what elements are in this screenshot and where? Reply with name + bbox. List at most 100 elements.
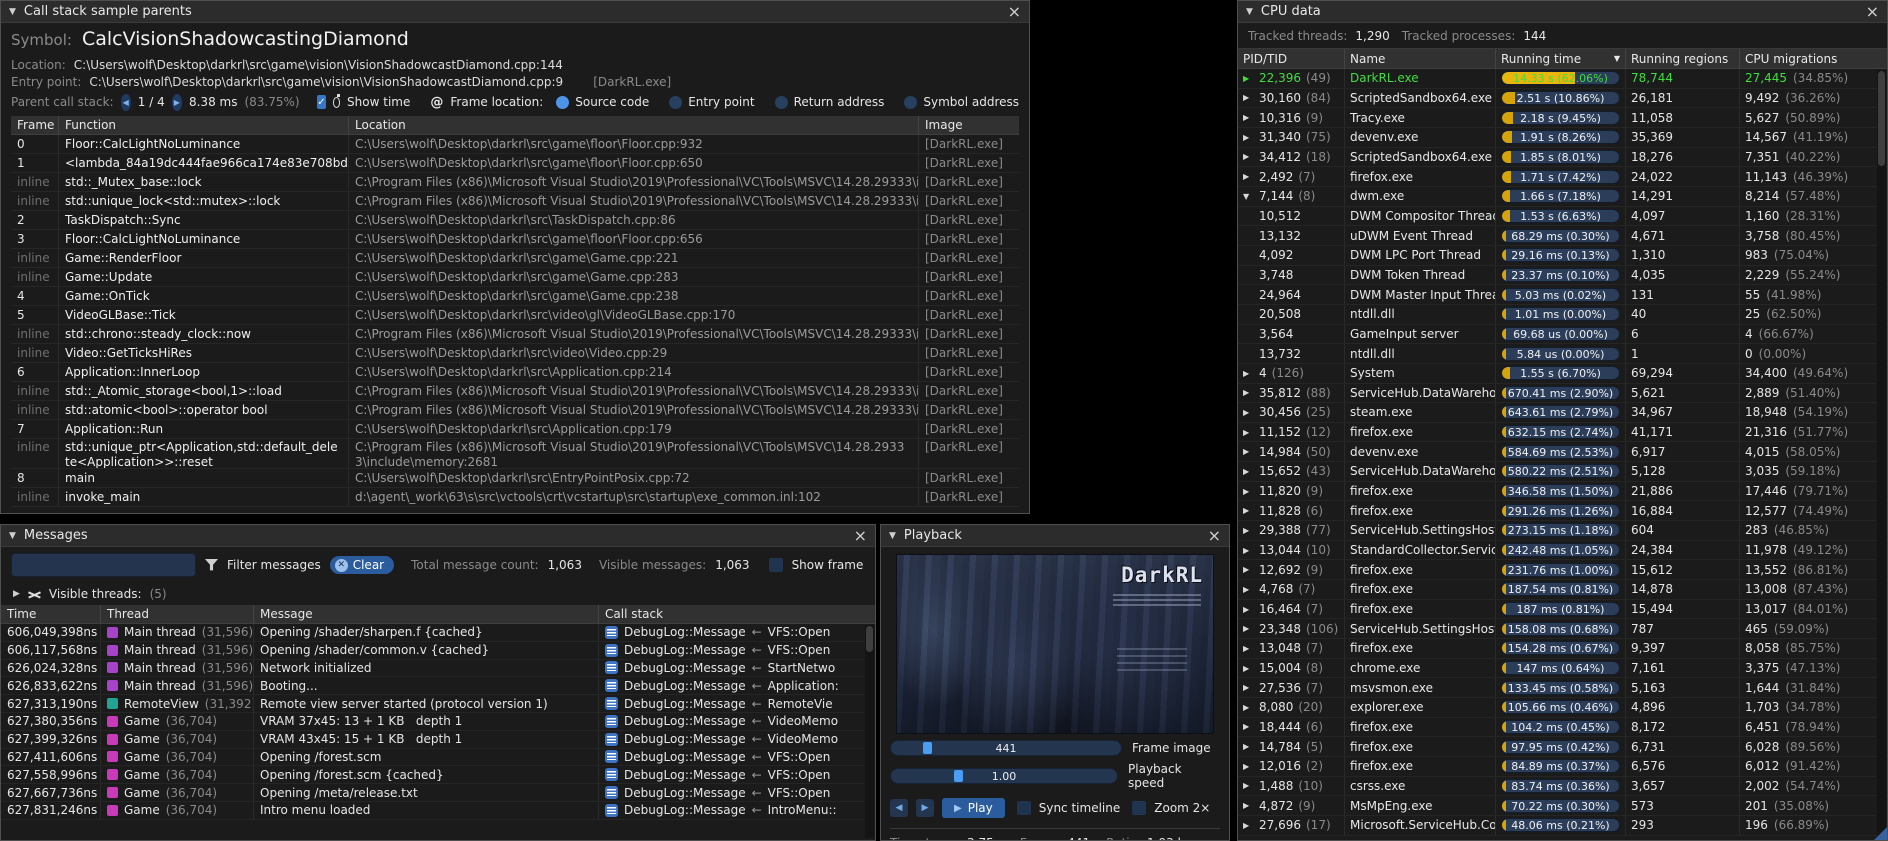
frame-location[interactable]: C:\Program Files (x86)\Microsoft Visual … [349, 382, 919, 400]
frame-function[interactable]: std::unique_ptr<Application,std::default… [59, 439, 349, 468]
message-thread[interactable]: RemoteView (31,392) [101, 695, 254, 712]
frame-location[interactable]: d:\agent\_work\63\s\src\vctools\crt\vcst… [349, 488, 919, 506]
process-name[interactable]: ServiceHub.DataWarehouseHost [1345, 462, 1496, 481]
frame-row[interactable]: inline Video::GetTicksHiRes C:\Users\wol… [11, 344, 1019, 363]
message-text[interactable]: Opening /forest.scm {cached} [254, 766, 599, 783]
cpu-process-row[interactable]: 13,132 uDWM Event Thread 68.29 ms (0.30%… [1238, 226, 1887, 246]
frame-row[interactable]: 8 main C:\Users\wolf\Desktop\darkrl\src\… [11, 469, 1019, 488]
cpu-process-row[interactable]: ▶ 27,536 (7) msvsmon.exe 133.45 ms (0.58… [1238, 678, 1887, 698]
frame-location-radio[interactable]: Symbol address [904, 95, 1019, 109]
message-callstack[interactable]: DebugLog::Message ← VideoMemo [599, 713, 875, 730]
callstack-icon[interactable] [605, 804, 618, 817]
cpu-process-row[interactable]: ▶ 4 (126) System 1.55 s (6.70%) 69,294 3… [1238, 364, 1887, 384]
message-callstack[interactable]: DebugLog::Message ← Application: [599, 677, 875, 694]
frame-function[interactable]: Floor::CalcLightNoLuminance [59, 230, 349, 248]
message-text[interactable]: VRAM 37x45: 13 + 1 KB depth 1 [254, 713, 599, 730]
close-icon[interactable]: × [854, 529, 867, 543]
cpu-process-row[interactable]: ▶ 2,492 (7) firefox.exe 1.71 s (7.42%) 2… [1238, 167, 1887, 187]
cpu-process-row[interactable]: ▶ 13,048 (7) firefox.exe 154.28 ms (0.67… [1238, 639, 1887, 659]
pid-cell[interactable]: 13,732 [1238, 344, 1345, 363]
callstack-icon[interactable] [605, 733, 618, 746]
callstack-icon[interactable] [605, 750, 618, 763]
frame-row[interactable]: inline std::chrono::steady_clock::now C:… [11, 325, 1019, 344]
message-callstack[interactable]: DebugLog::Message ← StartNetwo [599, 660, 875, 677]
column-header-thread[interactable]: Thread [101, 605, 254, 623]
cpu-process-row[interactable]: ▶ 4,768 (7) firefox.exe 187.54 ms (0.81%… [1238, 580, 1887, 600]
pid-cell[interactable]: ▶ 30,456 (25) [1238, 403, 1345, 422]
frame-row[interactable]: inline Game::Update C:\Users\wolf\Deskto… [11, 268, 1019, 287]
frame-function[interactable]: Floor::CalcLightNoLuminance [59, 135, 349, 153]
process-name[interactable]: firefox.exe [1345, 757, 1496, 776]
show-time-checkbox[interactable]: ✓ [317, 95, 325, 109]
column-header-message[interactable]: Message [254, 605, 599, 623]
cpu-process-row[interactable]: ▶ 31,340 (75) devenv.exe 1.91 s (8.26%) … [1238, 128, 1887, 148]
frame-function[interactable]: invoke_main [59, 488, 349, 506]
cpu-process-row[interactable]: ▶ 1,488 (10) csrss.exe 83.74 ms (0.36%) … [1238, 777, 1887, 797]
process-name[interactable]: explorer.exe [1345, 698, 1496, 717]
message-thread[interactable]: Game (36,704) [101, 784, 254, 801]
pid-cell[interactable]: ▶ 23,348 (106) [1238, 619, 1345, 638]
message-thread[interactable]: Main thread (31,596) [101, 624, 254, 641]
frame-function[interactable]: std::atomic<bool>::operator bool [59, 401, 349, 419]
collapse-icon[interactable]: ▼ [1246, 7, 1253, 17]
frame-function[interactable]: TaskDispatch::Sync [59, 211, 349, 229]
clear-button[interactable]: ✕ Clear [330, 556, 394, 574]
frame-row[interactable]: 4 Game::OnTick C:\Users\wolf\Desktop\dar… [11, 287, 1019, 306]
expand-icon[interactable]: ▶ [1243, 133, 1254, 142]
message-text[interactable]: Booting... [254, 677, 599, 694]
cpu-process-row[interactable]: 13,732 ntdll.dll 5.84 us (0.00%) 1 0 (0.… [1238, 344, 1887, 364]
process-name[interactable]: firefox.exe [1345, 560, 1496, 579]
cpu-process-row[interactable]: 3,748 DWM Token Thread 23.37 ms (0.10%) … [1238, 266, 1887, 286]
process-name[interactable]: ntdll.dll [1345, 305, 1496, 324]
message-row[interactable]: 627,313,190ns RemoteView (31,392) Remote… [1, 695, 875, 713]
message-callstack[interactable]: DebugLog::Message ← VFS::Open [599, 624, 875, 641]
process-name[interactable]: devenv.exe [1345, 442, 1496, 461]
process-name[interactable]: DWM Master Input Thread [1345, 285, 1496, 304]
process-name[interactable]: ScriptedSandbox64.exe [1345, 89, 1496, 108]
next-callstack-button[interactable]: ▶ [172, 94, 182, 111]
callstack-titlebar[interactable]: ▼ Call stack sample parents × [1, 1, 1029, 23]
callstack-icon[interactable] [605, 626, 618, 639]
scrollbar-thumb[interactable] [866, 626, 873, 652]
close-icon[interactable]: × [1208, 529, 1221, 543]
frame-row[interactable]: 5 VideoGLBase::Tick C:\Users\wolf\Deskto… [11, 306, 1019, 325]
pid-cell[interactable]: ▶ 11,828 (6) [1238, 501, 1345, 520]
cpu-process-row[interactable]: 4,092 DWM LPC Port Thread 29.16 ms (0.13… [1238, 246, 1887, 266]
cpu-process-row[interactable]: ▶ 15,652 (43) ServiceHub.DataWarehouseHo… [1238, 462, 1887, 482]
frame-function[interactable]: Application::InnerLoop [59, 363, 349, 381]
cpu-titlebar[interactable]: ▼ CPU data × [1238, 1, 1887, 23]
pid-cell[interactable]: ▶ 8,080 (20) [1238, 698, 1345, 717]
pid-cell[interactable]: ▶ 34,412 (18) [1238, 148, 1345, 167]
pid-cell[interactable]: ▶ 2,492 (7) [1238, 167, 1345, 186]
frame-row[interactable]: inline std::unique_lock<std::mutex>::loc… [11, 192, 1019, 211]
pid-cell[interactable]: 13,132 [1238, 226, 1345, 245]
pid-cell[interactable]: 3,564 [1238, 325, 1345, 344]
pid-cell[interactable]: ▶ 27,536 (7) [1238, 678, 1345, 697]
cpu-process-row[interactable]: 3,564 GameInput server 69.68 us (0.00%) … [1238, 325, 1887, 345]
frame-location[interactable]: C:\Users\wolf\Desktop\darkrl\src\EntryPo… [349, 469, 919, 487]
frame-location[interactable]: C:\Users\wolf\Desktop\darkrl\src\game\Ga… [349, 249, 919, 267]
frame-row[interactable]: 1 <lambda_84a19dc444fae966ca174e83e708bd… [11, 154, 1019, 173]
cpu-process-row[interactable]: ▶ 30,456 (25) steam.exe 643.61 ms (2.79%… [1238, 403, 1887, 423]
cpu-process-row[interactable]: ▶ 29,388 (77) ServiceHub.SettingsHost 27… [1238, 521, 1887, 541]
process-name[interactable]: GameInput server [1345, 325, 1496, 344]
process-name[interactable]: StandardCollector.Service [1345, 541, 1496, 560]
process-name[interactable]: ntdll.dll [1345, 344, 1496, 363]
callstack-icon[interactable] [605, 715, 618, 728]
cpu-process-row[interactable]: ▶ 35,812 (88) ServiceHub.DataWarehouseHo… [1238, 384, 1887, 404]
message-text[interactable]: Opening /shader/common.v {cached} [254, 642, 599, 659]
expand-icon[interactable]: ▶ [1243, 546, 1254, 555]
cpu-process-row[interactable]: 10,512 DWM Compositor Thread 1.53 s (6.6… [1238, 207, 1887, 227]
cpu-process-row[interactable]: ▶ 8,080 (20) explorer.exe 105.66 ms (0.4… [1238, 698, 1887, 718]
process-name[interactable]: msvsmon.exe [1345, 678, 1496, 697]
message-row[interactable]: 627,667,736ns Game (36,704) Opening /met… [1, 784, 875, 802]
frame-function[interactable]: std::chrono::steady_clock::now [59, 325, 349, 343]
message-thread[interactable]: Game (36,704) [101, 731, 254, 748]
expand-icon[interactable]: ▶ [1243, 683, 1254, 692]
scrollbar-thumb[interactable] [1878, 71, 1885, 166]
process-name[interactable]: DWM Token Thread [1345, 266, 1496, 285]
expand-icon[interactable]: ▼ [1243, 192, 1254, 201]
message-row[interactable]: 626,024,328ns Main thread (31,596) Netwo… [1, 660, 875, 678]
expand-icon[interactable]: ▶ [1243, 703, 1254, 712]
pid-cell[interactable]: ▶ 29,388 (77) [1238, 521, 1345, 540]
